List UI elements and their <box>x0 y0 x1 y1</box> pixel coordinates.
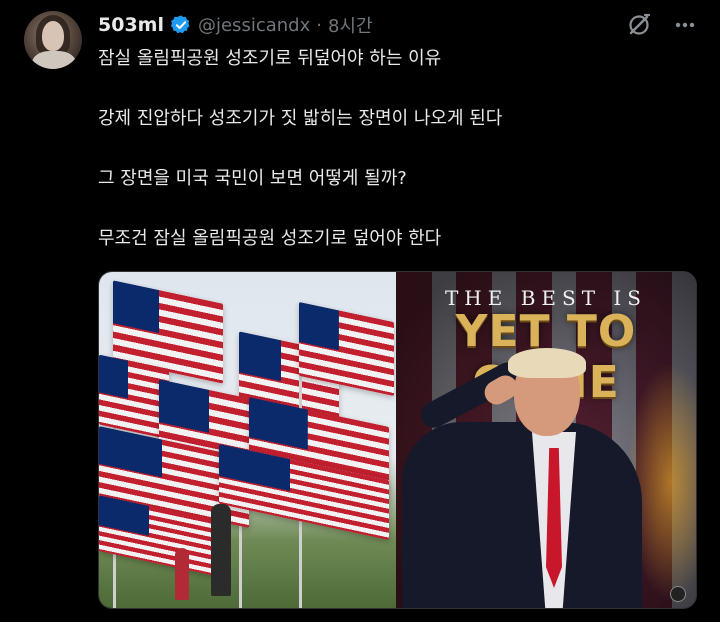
media-info-icon[interactable] <box>670 586 686 602</box>
tweet-text: 잠실 올림픽공원 성조기로 뒤덮어야 하는 이유 강제 진압하다 성조기가 짓 … <box>98 44 698 284</box>
display-name[interactable]: 503ml <box>98 14 164 36</box>
avatar[interactable] <box>24 11 82 69</box>
tweet-media[interactable]: THE BEST IS YET TO COME <box>98 271 697 609</box>
timestamp[interactable]: 8시간 <box>328 12 373 38</box>
tweet-line: 강제 진압하다 성조기가 짓 밟히는 장면이 나오게 된다 <box>98 108 503 129</box>
verified-badge-icon <box>170 14 192 36</box>
handle[interactable]: @jessicandx <box>198 15 310 36</box>
avatar-shirt <box>32 51 76 69</box>
tweet-line: 잠실 올림픽공원 성조기로 뒤덮어야 하는 이유 <box>98 48 442 69</box>
more-icon[interactable] <box>674 14 696 36</box>
avatar-face <box>42 21 64 51</box>
person-figure <box>211 504 231 596</box>
tweet-line: 무조건 잠실 올림픽공원 성조기로 덮어야 한다 <box>98 228 442 249</box>
person-figure <box>175 548 189 600</box>
saluting-figure <box>402 422 642 608</box>
tweet-header: 503ml @jessicandx · 8시간 <box>98 10 600 40</box>
poster-image[interactable]: THE BEST IS YET TO COME <box>396 272 696 608</box>
header-actions <box>626 12 696 38</box>
grok-icon[interactable] <box>626 12 652 38</box>
flags-photo[interactable] <box>99 272 396 608</box>
separator-dot: · <box>316 14 322 36</box>
tweet-line: 그 장면을 미국 국민이 보면 어떻게 될까? <box>98 168 407 189</box>
